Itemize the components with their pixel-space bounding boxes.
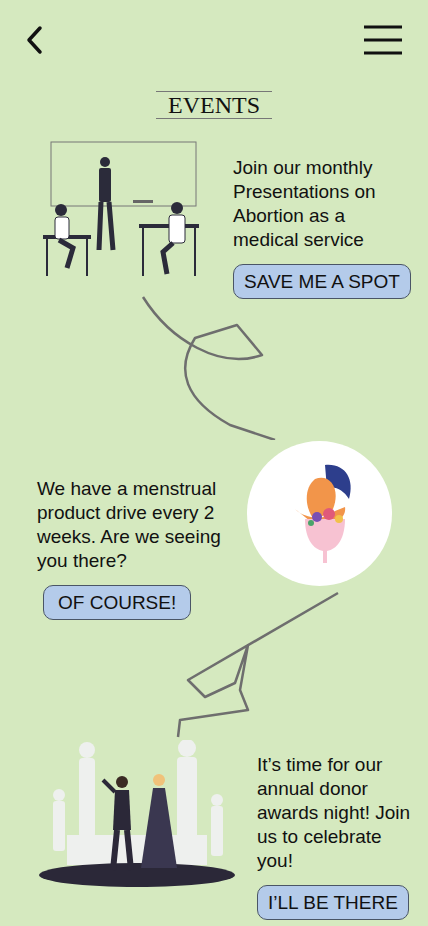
event-info: Join our monthly Presentations on Aborti…: [233, 140, 408, 299]
event-illustration: [247, 441, 392, 586]
header: [0, 0, 428, 80]
squiggle-connector: [0, 290, 428, 440]
awards-night-icon: [37, 740, 237, 890]
event-row: It’s time for our annual donor awards ni…: [0, 740, 428, 890]
presentation-icon: [43, 140, 203, 280]
event-description: It’s time for our annual donor awards ni…: [257, 753, 417, 873]
page-title: EVENTS: [156, 91, 272, 119]
event-info: We have a menstrual product drive every …: [37, 440, 237, 620]
event-description: We have a menstrual product drive every …: [37, 477, 237, 573]
menstrual-cup-icon: [275, 459, 365, 569]
rsvp-button[interactable]: I’LL BE THERE: [257, 885, 409, 920]
event-row: We have a menstrual product drive every …: [0, 440, 428, 590]
title-section: EVENTS: [0, 80, 428, 140]
events-page: EVENTS Join our monthly Presentations on …: [0, 0, 428, 926]
event-row: Join our monthly Presentations on Aborti…: [0, 140, 428, 290]
event-illustration: [37, 740, 237, 894]
hamburger-menu-icon[interactable]: [363, 25, 403, 55]
event-illustration: [43, 140, 203, 284]
rsvp-button[interactable]: OF COURSE!: [43, 585, 191, 620]
rsvp-button[interactable]: SAVE ME A SPOT: [233, 264, 411, 299]
event-info: It’s time for our annual donor awards ni…: [257, 740, 417, 920]
back-chevron-icon[interactable]: [25, 25, 45, 55]
event-description: Join our monthly Presentations on Aborti…: [233, 156, 408, 252]
